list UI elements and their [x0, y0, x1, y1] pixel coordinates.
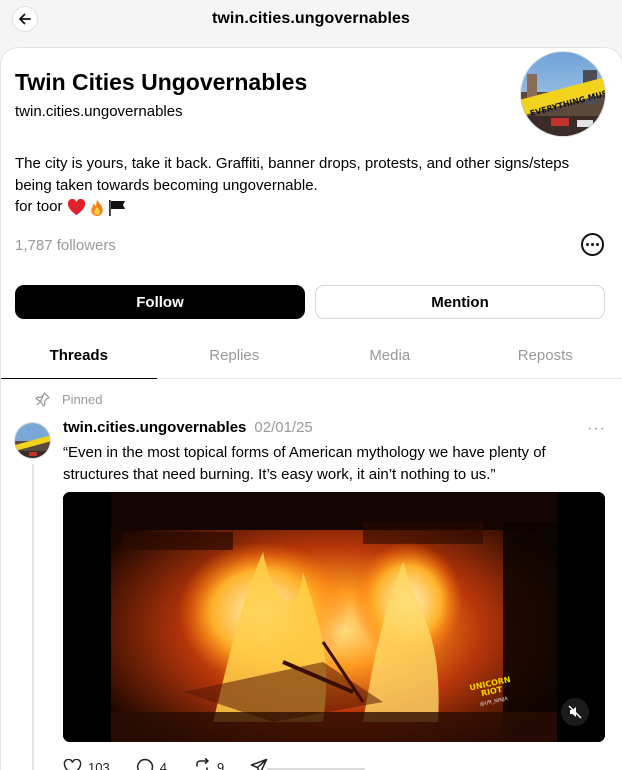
video-frame [63, 492, 605, 742]
repost-button[interactable]: 9 [193, 758, 224, 770]
black-flag-icon [108, 199, 125, 216]
repost-count: 9 [216, 759, 225, 770]
bio-emojis [67, 198, 128, 217]
speaker-muted-icon [568, 705, 582, 719]
post-header: twin.cities.ungovernables 02/01/25 [63, 419, 313, 436]
profile-name: Twin Cities Ungovernables [15, 69, 308, 95]
repost-icon [196, 758, 209, 770]
follow-button[interactable]: Follow [15, 285, 305, 319]
more-options-icon[interactable] [581, 233, 604, 256]
profile-card: Twin Cities Ungovernables twin.cities.un… [0, 47, 622, 770]
mention-button[interactable]: Mention [315, 285, 605, 319]
post-video[interactable]: UNICORN RIOT @UR_NINJA [63, 492, 605, 742]
avatar-image [15, 423, 50, 458]
bio-line: The city is yours, take it back. Graffit… [15, 155, 570, 172]
avatar-image: EVERYTHING MUST GO [521, 52, 605, 136]
bio-line-text: for toor [15, 198, 63, 215]
dot [591, 243, 594, 246]
tab-threads[interactable]: Threads [1, 332, 157, 379]
dot [596, 243, 599, 246]
comment-icon [136, 758, 153, 770]
profile-tabs: Threads Replies Media Reposts [1, 332, 622, 379]
share-button[interactable] [250, 758, 268, 770]
profile-bio: The city is yours, take it back. Graffit… [15, 153, 605, 218]
bio-line: being taken towards becoming ungovernabl… [15, 176, 318, 194]
reply-button[interactable]: 4 [136, 758, 167, 770]
post-text-line: “Even in the most topical forms of Ameri… [63, 444, 546, 461]
like-count: 103 [88, 759, 110, 770]
post-date: 02/01/25 [254, 419, 313, 436]
red-heart-icon [67, 198, 85, 215]
reply-count: 4 [159, 759, 167, 770]
pin-icon [35, 392, 50, 407]
thread-line [32, 464, 34, 770]
tab-replies[interactable]: Replies [157, 332, 313, 378]
pinned-indicator: Pinned [35, 392, 102, 407]
post-avatar[interactable] [14, 422, 51, 459]
post-text: “Even in the most topical forms of Ameri… [63, 442, 603, 485]
page-title: twin.cities.ungovernables [211, 10, 411, 27]
dot [586, 243, 589, 246]
top-bar: twin.cities.ungovernables [0, 0, 622, 42]
tab-reposts[interactable]: Reposts [468, 332, 622, 378]
fire-icon [90, 198, 103, 216]
send-icon [250, 758, 268, 770]
like-button[interactable]: 103 [63, 758, 110, 770]
tab-media[interactable]: Media [312, 332, 468, 378]
post-text-line: structures that need burning. It’s easy … [63, 465, 496, 483]
profile-handle: twin.cities.ungovernables [15, 103, 183, 120]
heart-icon [63, 758, 82, 770]
profile-avatar[interactable]: EVERYTHING MUST GO [520, 51, 606, 137]
post-more-icon[interactable]: ··· [587, 420, 606, 438]
followers-count[interactable]: 1,787 followers [15, 237, 116, 254]
post-username[interactable]: twin.cities.ungovernables [63, 419, 246, 436]
pinned-label: Pinned [62, 392, 103, 407]
post-actions: 103 4 9 [63, 758, 268, 770]
bio-line: for toor [15, 196, 605, 218]
mute-button[interactable] [561, 698, 589, 726]
